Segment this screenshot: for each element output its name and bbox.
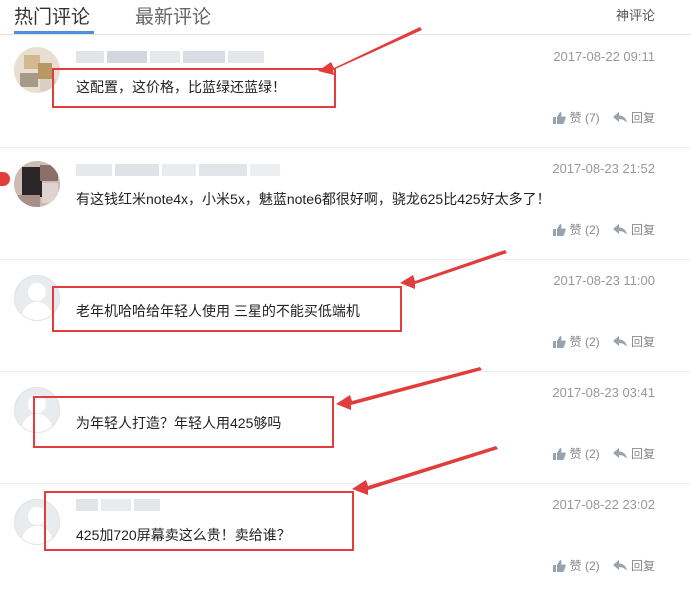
username-blurred[interactable] (76, 50, 267, 63)
comment-text: 有这钱红米note4x，小米5x，魅蓝note6都很好啊，骁龙625比425好太… (76, 191, 551, 207)
like-count[interactable]: 赞 (2) (570, 445, 600, 462)
like-count[interactable]: 赞 (2) (570, 221, 600, 238)
god-comment-link[interactable]: 神评论 (616, 5, 655, 24)
reply-button[interactable]: 回复 (631, 557, 655, 574)
comment-actions: 赞 (2) 回复 (552, 333, 655, 350)
like-count[interactable]: 赞 (2) (570, 557, 600, 574)
annotation-highlight-box (52, 68, 336, 108)
comment-time: 2017-08-23 21:52 (552, 161, 655, 176)
annotation-highlight-box (33, 396, 334, 448)
annotation-highlight-box (52, 286, 402, 332)
reply-button[interactable]: 回复 (631, 221, 655, 238)
reply-button[interactable]: 回复 (631, 333, 655, 350)
annotation-highlight-box (44, 491, 354, 551)
thumbs-up-icon[interactable] (552, 447, 566, 460)
thumbs-up-icon[interactable] (552, 559, 566, 572)
comment-time: 2017-08-23 03:41 (552, 385, 655, 400)
thumbs-up-icon[interactable] (552, 335, 566, 348)
thumbs-up-icon[interactable] (552, 111, 566, 124)
username-blurred[interactable] (76, 163, 283, 176)
thumbs-up-icon[interactable] (552, 223, 566, 236)
reply-arrow-icon[interactable] (612, 336, 627, 347)
reply-button[interactable]: 回复 (631, 445, 655, 462)
reply-button[interactable]: 回复 (631, 109, 655, 126)
comment-tabs: 热门评论 最新评论 神评论 (0, 0, 691, 35)
reply-arrow-icon[interactable] (612, 448, 627, 459)
tab-latest-comments[interactable]: 最新评论 (135, 2, 211, 29)
reply-arrow-icon[interactable] (612, 224, 627, 235)
reply-arrow-icon[interactable] (612, 560, 627, 571)
active-tab-indicator (14, 31, 94, 34)
like-count[interactable]: 赞 (7) (570, 109, 600, 126)
comment-item: 2017-08-23 21:52 有这钱红米note4x，小米5x，魅蓝note… (0, 147, 691, 260)
tab-hot-comments[interactable]: 热门评论 (14, 2, 90, 29)
comment-actions: 赞 (2) 回复 (552, 221, 655, 238)
comment-actions: 赞 (7) 回复 (552, 109, 655, 126)
avatar[interactable] (14, 161, 60, 207)
comment-time: 2017-08-23 11:00 (553, 273, 655, 288)
like-count[interactable]: 赞 (2) (570, 333, 600, 350)
comment-actions: 赞 (2) 回复 (552, 445, 655, 462)
comment-actions: 赞 (2) 回复 (552, 557, 655, 574)
comment-time: 2017-08-22 23:02 (552, 497, 655, 512)
comment-time: 2017-08-22 09:11 (553, 49, 655, 64)
reply-arrow-icon[interactable] (612, 112, 627, 123)
